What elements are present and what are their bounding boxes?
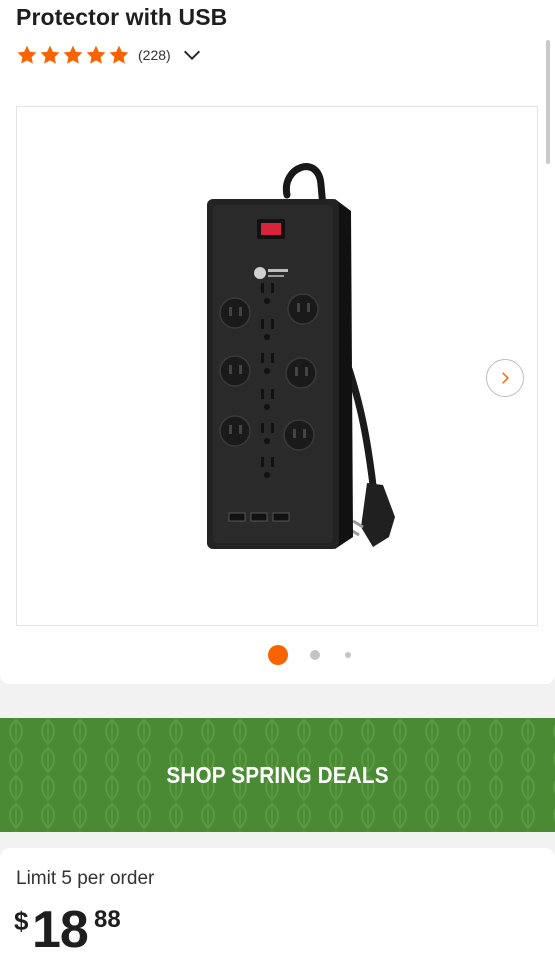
star-icon <box>40 45 60 64</box>
review-count[interactable]: (228) <box>138 47 171 63</box>
chevron-right-icon <box>502 372 509 384</box>
price-dollars: 18 <box>32 901 89 959</box>
carousel-dots[interactable] <box>268 645 358 665</box>
purchase-card: Limit 5 per order $ 18 88 <box>0 848 555 960</box>
star-icon <box>109 45 129 64</box>
rating-row[interactable]: (228) <box>16 42 203 68</box>
banner-label: SHOP SPRING DEALS <box>166 761 389 788</box>
product-image <box>207 163 395 549</box>
next-image-button[interactable] <box>486 359 524 397</box>
scrollbar-thumb[interactable] <box>546 40 550 164</box>
price-currency: $ <box>14 906 29 936</box>
star-icon <box>17 45 37 64</box>
star-icon <box>63 45 83 64</box>
carousel-dot[interactable] <box>268 645 288 665</box>
product-header-card: Protector with USB (228) <box>0 0 555 684</box>
star-icon <box>86 45 106 64</box>
price-cents: 88 <box>94 906 121 933</box>
star-rating <box>16 44 130 66</box>
order-limit-text: Limit 5 per order <box>16 868 155 889</box>
chevron-down-icon[interactable] <box>181 44 203 66</box>
product-image-frame[interactable] <box>16 106 538 626</box>
shop-spring-deals-banner[interactable]: SHOP SPRING DEALS <box>0 718 555 832</box>
product-title: Protector with USB <box>16 4 228 30</box>
carousel-dot[interactable] <box>345 652 351 658</box>
carousel-dot[interactable] <box>310 650 320 660</box>
